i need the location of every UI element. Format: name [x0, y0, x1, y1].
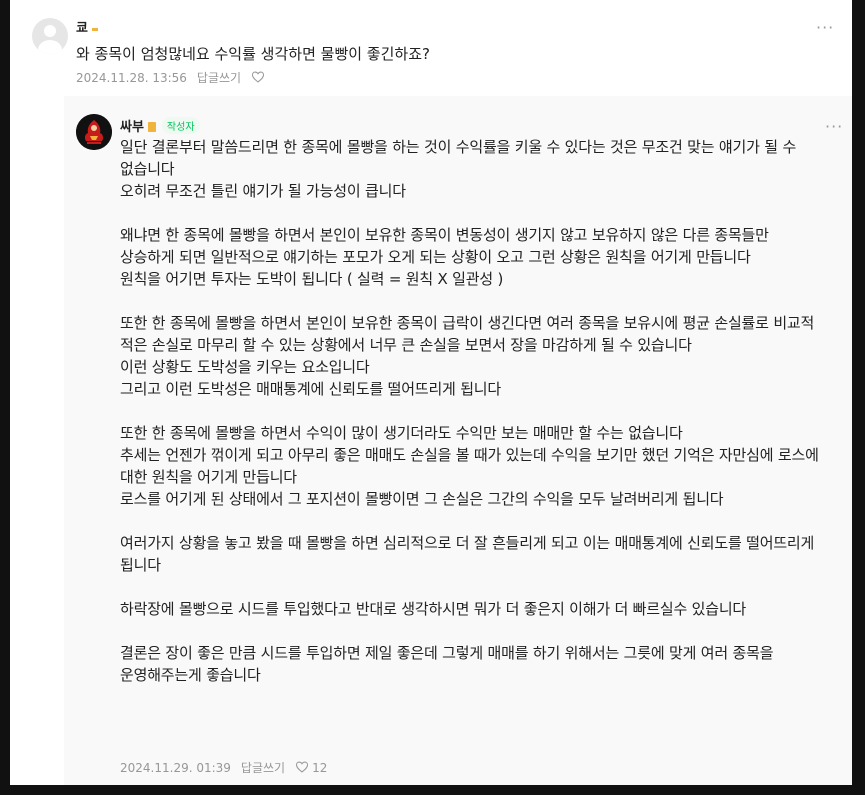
reply-paragraph-blank: [120, 202, 820, 224]
reply-author[interactable]: 싸부 작성자: [120, 116, 200, 135]
comment-panel: 쿄 ··· 와 종목이 엄청많네요 수익률 생각하면 물빵이 좋긴하죠? 202…: [10, 0, 852, 785]
avatar[interactable]: [76, 114, 112, 150]
reply-author-name[interactable]: 싸부: [120, 120, 144, 135]
reply-paragraph: 오히려 무조건 틀린 얘기가 될 가능성이 큽니다: [120, 182, 406, 200]
comment-author[interactable]: 쿄: [76, 17, 98, 36]
comment-meta: 2024.11.28. 13:56 답글쓰기: [76, 69, 265, 86]
reply-paragraph-blank: [120, 290, 820, 312]
comment-date: 2024.11.28. 13:56: [76, 71, 187, 85]
reply-paragraph: 원칙을 어기면 투자는 도박이 됩니다 ( 실력 = 원칙 X 일관성 ): [120, 270, 504, 288]
reply-paragraph: 일단 결론부터 말씀드리면 한 종목에 몰빵을 하는 것이 수익률을 키울 수 …: [120, 138, 801, 178]
reply-paragraph: 로스를 어기게 된 상태에서 그 포지션이 몰빵이면 그 손실은 그간의 수익을…: [120, 490, 724, 508]
reply-paragraph-blank: [120, 510, 820, 532]
reply-meta: 2024.11.29. 01:39 답글쓰기 12: [120, 759, 327, 776]
reply-date: 2024.11.29. 01:39: [120, 761, 231, 775]
reply-paragraph: 또한 한 종목에 몰빵을 하면서 본인이 보유한 종목이 급락이 생긴다면 여러…: [120, 314, 819, 354]
reply-paragraph: 왜냐면 한 종목에 몰빵을 하면서 본인이 보유한 종목이 변동성이 생기지 않…: [120, 226, 774, 266]
reply-item: 싸부 작성자 ··· 일단 결론부터 말씀드리면 한 종목에 몰빵을 하는 것이 …: [64, 96, 852, 785]
reply-paragraph: 추세는 언젠가 꺾이게 되고 아무리 좋은 매매도 손실을 볼 때가 있는데 수…: [120, 446, 824, 486]
comment-more-icon[interactable]: ···: [816, 20, 834, 36]
level-icon: [147, 122, 156, 132]
level-icon: [91, 28, 98, 31]
reply-paragraph: 이런 상황도 도박성을 키우는 요소입니다: [120, 358, 370, 376]
reply-text: 일단 결론부터 말씀드리면 한 종목에 몰빵을 하는 것이 수익률을 키울 수 …: [120, 136, 820, 686]
like-count: 12: [312, 761, 328, 775]
reply-paragraph-blank: [120, 400, 820, 422]
reply-paragraph: 결론은 장이 좋은 만큼 시드를 투입하면 제일 좋은데 그렇게 매매를 하기 …: [120, 644, 778, 684]
heart-icon[interactable]: [295, 760, 309, 774]
reply-reply-button[interactable]: 답글쓰기: [241, 761, 285, 775]
comment-text: 와 종목이 엄청많네요 수익률 생각하면 물빵이 좋긴하죠?: [76, 45, 430, 63]
reply-paragraph: 하락장에 몰빵으로 시드를 투입했다고 반대로 생각하시면 뭐가 더 좋은지 이…: [120, 600, 747, 618]
heart-icon[interactable]: [251, 70, 265, 84]
brand-logo-icon: [76, 114, 112, 150]
reply-paragraph: 여러가지 상황을 놓고 봤을 때 몰빵을 하면 심리적으로 더 잘 흔들리게 되…: [120, 534, 819, 574]
reply-paragraph: 그리고 이런 도박성은 매매통계에 신뢰도를 떨어뜨리게 됩니다: [120, 380, 502, 398]
comment-author-name[interactable]: 쿄: [76, 21, 88, 36]
avatar-default-icon[interactable]: [32, 18, 68, 54]
reply-paragraph: 또한 한 종목에 몰빵을 하면서 수익이 많이 생기더라도 수익만 보는 매매만…: [120, 424, 683, 442]
reply-paragraph-blank: [120, 620, 820, 642]
reply-paragraph-blank: [120, 576, 820, 598]
reply-more-icon[interactable]: ···: [825, 119, 843, 135]
comment-item: 쿄 ··· 와 종목이 엄청많네요 수익률 생각하면 물빵이 좋긴하죠? 202…: [10, 0, 852, 96]
author-badge: 작성자: [161, 117, 200, 134]
comment-reply-button[interactable]: 답글쓰기: [197, 71, 241, 85]
